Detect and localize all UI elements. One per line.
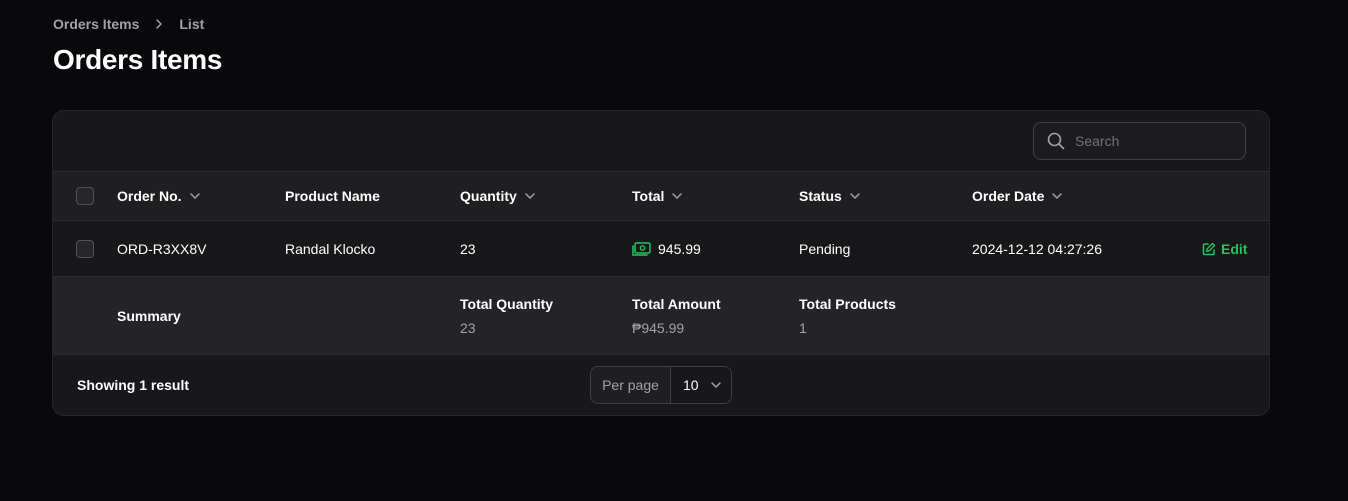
column-total-label: Total [632,188,665,204]
order-no-cell: ORD-R3XX8V [117,240,207,257]
chevron-down-icon [848,189,862,203]
chevron-down-icon [670,189,684,203]
summary-total-quantity-value: 23 [460,320,476,336]
column-status-label: Status [799,188,842,204]
summary-label: Summary [117,307,181,324]
summary-total-quantity-title: Total Quantity [460,296,554,312]
search-box[interactable] [1033,122,1246,160]
chevron-down-icon [188,189,202,203]
column-quantity-label: Quantity [460,188,517,204]
showing-results-text: Showing 1 result [77,377,190,393]
column-total[interactable]: Total [632,172,684,220]
table-row[interactable]: ORD-R3XX8V Randal Klocko 23 945.99 Pendi… [53,221,1269,277]
edit-label: Edit [1221,240,1248,257]
row-checkbox[interactable] [76,239,94,258]
table-footer: Showing 1 result Per page 10 [53,355,1269,415]
column-order-no[interactable]: Order No. [117,172,202,220]
edit-icon [1202,242,1216,256]
per-page-value: 10 [683,377,699,393]
total-value: 945.99 [658,240,701,257]
summary-total-quantity: Total Quantity 23 [460,296,553,336]
select-all-cell [76,172,94,220]
search-icon [1046,131,1066,151]
column-order-date-label: Order Date [972,188,1045,204]
status-cell: Pending [799,240,851,257]
edit-button[interactable]: Edit [1202,221,1247,276]
per-page-select[interactable]: 10 [671,367,731,403]
table-toolbar [53,111,1269,172]
orders-table-card: Order No. Product Name Quantity Total St… [52,110,1270,416]
row-select-cell [76,221,94,276]
order-date-cell: 2024-12-12 04:27:26 [972,240,1102,257]
summary-total-amount-value: ₱945.99 [632,320,685,336]
search-input[interactable] [1075,133,1225,149]
per-page-control[interactable]: Per page 10 [590,366,732,404]
summary-total-amount-title: Total Amount [632,296,721,312]
quantity-cell: 23 [460,240,476,257]
table-header: Order No. Product Name Quantity Total St… [53,172,1269,221]
breadcrumb-orders-items[interactable]: Orders Items [53,16,139,32]
column-quantity[interactable]: Quantity [460,172,537,220]
chevron-down-icon [1050,189,1064,203]
summary-total-products: Total Products 1 [799,296,896,336]
page-title: Orders Items [53,44,223,75]
column-status[interactable]: Status [799,172,862,220]
chevron-down-icon [523,189,537,203]
summary-row: Summary Total Quantity 23 Total Amount ₱… [53,277,1269,355]
column-product-name: Product Name [285,172,380,220]
product-name-cell: Randal Klocko [285,240,376,257]
per-page-label: Per page [591,367,671,403]
breadcrumb-list: List [179,16,205,32]
summary-total-products-title: Total Products [799,296,896,312]
column-order-no-label: Order No. [117,188,182,204]
column-product-name-label: Product Name [285,188,380,204]
chevron-right-icon [151,16,167,32]
total-cell: 945.99 [632,221,701,276]
select-all-checkbox[interactable] [76,187,94,205]
summary-total-products-value: 1 [799,320,807,336]
summary-total-amount: Total Amount ₱945.99 [632,296,721,336]
chevron-down-icon [709,378,723,392]
breadcrumb: Orders Items List [53,16,204,32]
column-order-date[interactable]: Order Date [972,172,1064,220]
money-icon [632,241,652,257]
